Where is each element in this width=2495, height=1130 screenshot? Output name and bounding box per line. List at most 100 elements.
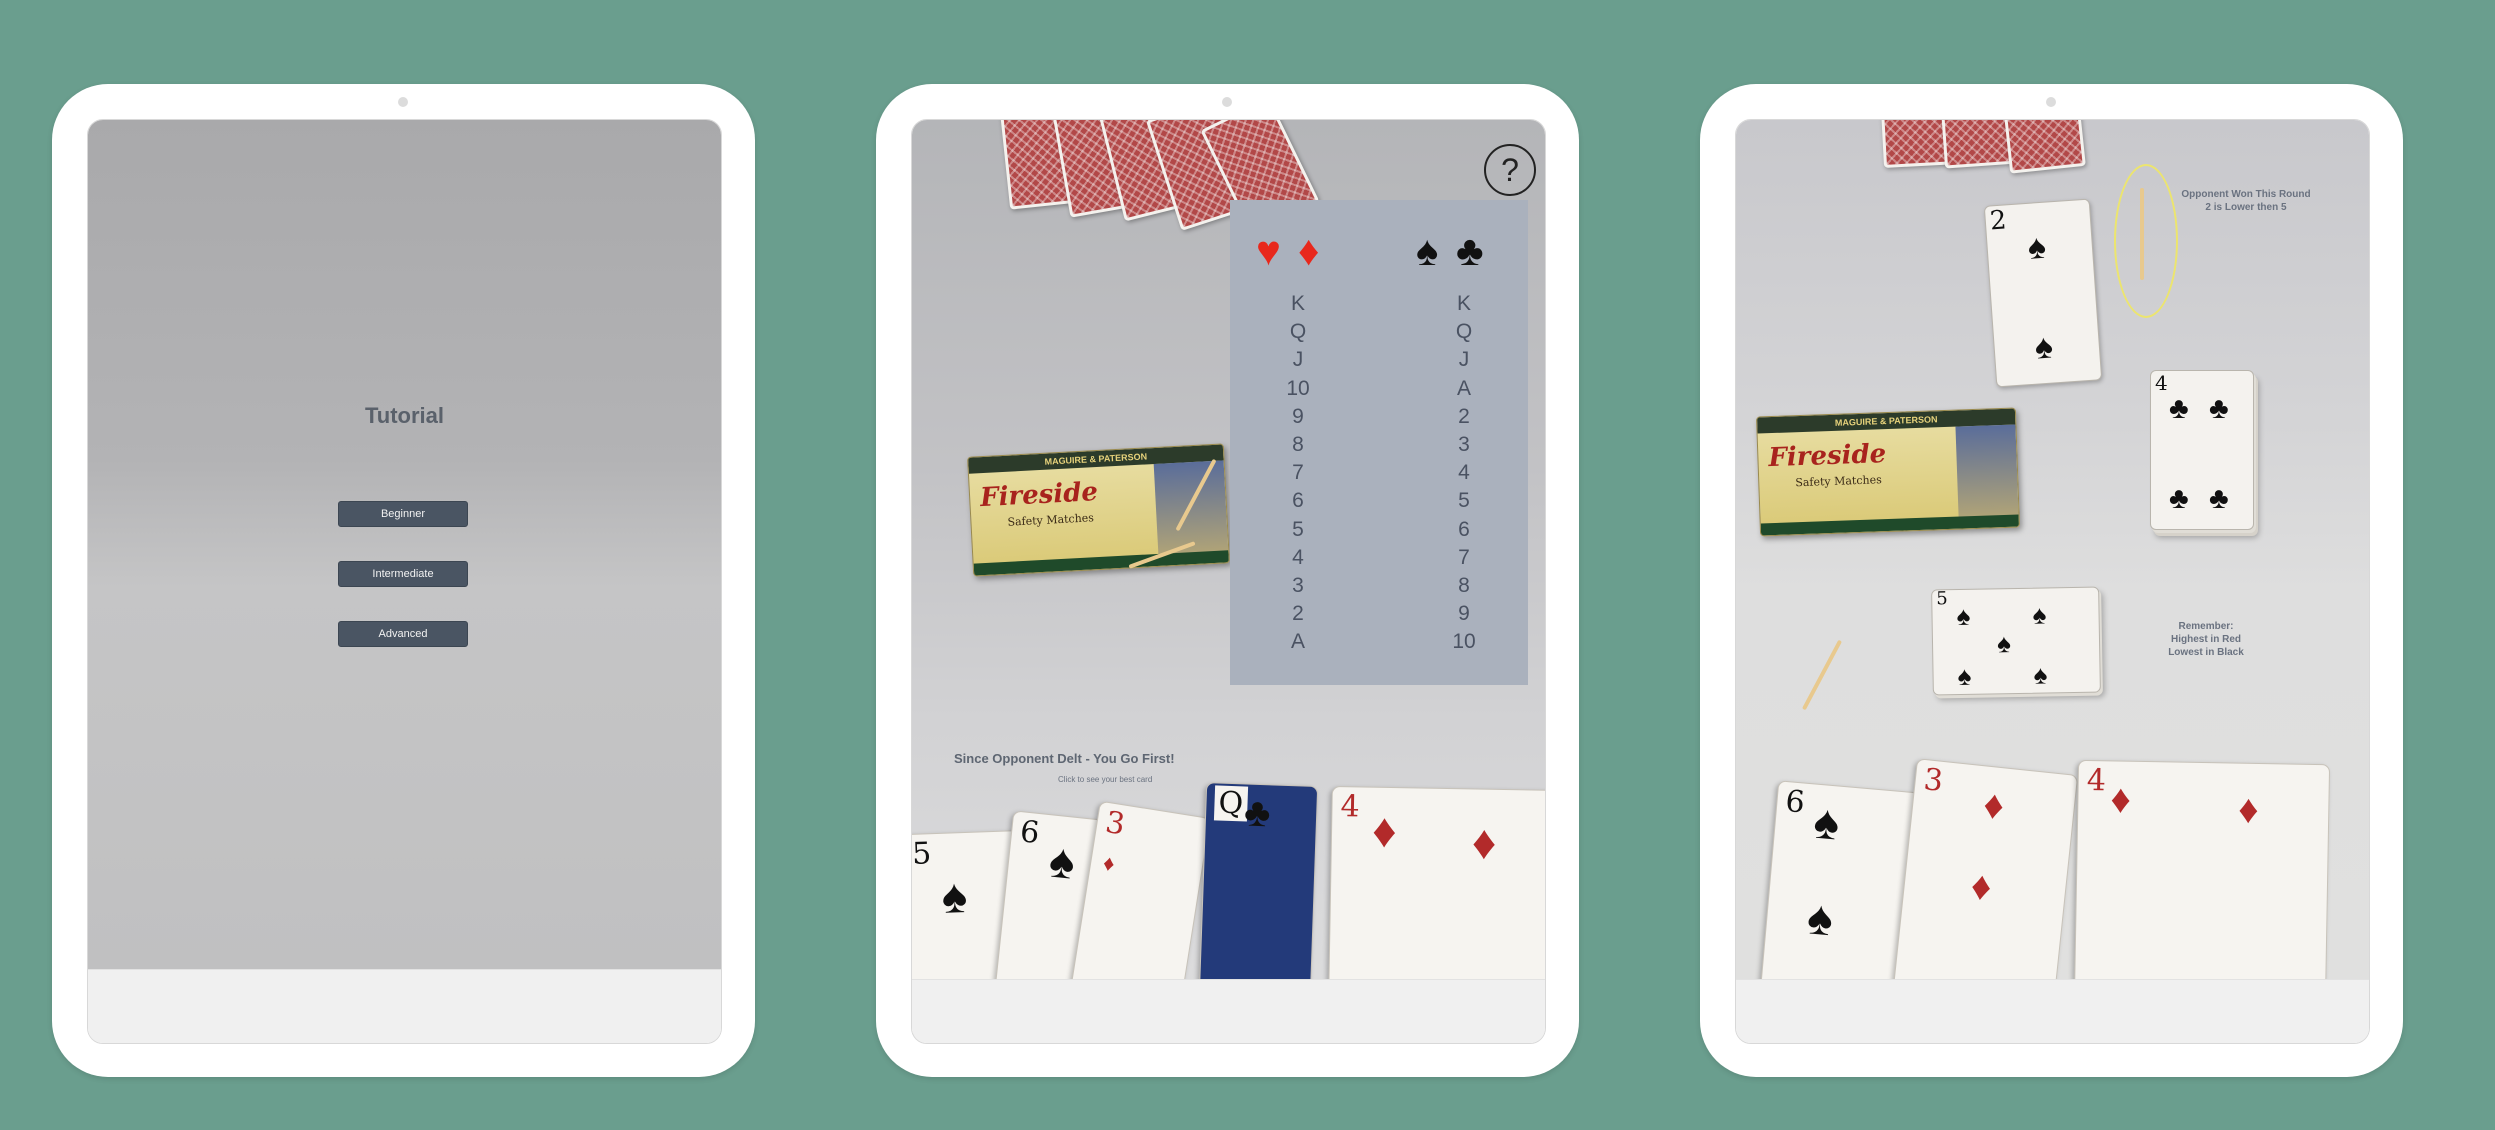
opponent-card-back [1998,120,2086,174]
card-rank: 3 [1922,762,1945,799]
red-rank: 2 [1292,602,1304,626]
bottom-bar [912,979,1545,1043]
spade-icon: ♠ [2026,227,2048,267]
black-rank-order: K Q J A 2 3 4 5 6 7 8 9 10 [1424,290,1504,657]
card-rank: 5 [911,836,932,872]
card-rank: 4 [1340,789,1360,825]
hand-card[interactable]: 4 ♦ ♦ [1328,785,1545,1003]
red-rank: Q [1289,320,1307,344]
player-played-card: 5 ♠ ♠ ♠ ♠ ♠ [1931,586,2101,696]
card-rank: 2 [1988,205,2008,237]
spade-icon: ♠ [1956,600,1971,632]
game-screen: MAGUIRE & PATERSON Fireside Safety Match… [911,119,1546,1044]
round-result-line: Opponent Won This Round [2181,189,2311,200]
spade-icon: ♠ [1957,660,1972,692]
matchbox-name: Fireside [1767,439,1887,474]
black-rank: 3 [1458,433,1470,457]
black-rank: J [1458,348,1470,372]
hand-card[interactable]: 4 ♦ ♦ [2073,759,2331,1007]
red-rank: 8 [1292,433,1304,457]
red-rank-order: K Q J 10 9 8 7 6 5 4 3 2 A [1258,290,1338,657]
diamond-icon: ♦ [1101,850,1117,877]
black-rank: 5 [1458,489,1470,513]
spade-icon: ♠ [940,869,969,924]
reminder-note: Remember: Highest in Red Lowest in Black [2146,620,2266,659]
red-rank: A [1290,630,1305,654]
spade-icon: ♠ [1046,834,1078,890]
bottom-bar [1736,979,2369,1043]
black-rank: A [1456,376,1471,400]
red-rank: K [1290,292,1305,315]
red-rank: 9 [1292,404,1304,428]
round-result: Opponent Won This Round 2 is Lower then … [2166,188,2326,214]
black-rank: 2 [1458,404,1470,428]
diamond-icon: ♦ [1981,782,2007,829]
tablet-round-result: 2 ♠ ♠ Opponent Won This Round 2 is Lower… [1700,84,2403,1077]
diamond-icon: ♦ [1471,816,1497,870]
diamond-icon: ♦ [2110,777,2132,822]
matchbox: MAGUIRE & PATERSON Fireside Safety Match… [1755,407,2021,537]
beginner-button[interactable]: Beginner [338,501,468,527]
club-icon: ♣ [2209,482,2229,515]
turn-message: Since Opponent Delt - You Go First! [954,751,1175,766]
club-icon: ♣ [2169,392,2189,425]
draw-deck[interactable]: 4 ♣ ♣ ♣ ♣ [2150,370,2254,530]
diamond-icon: ♦ [1968,863,1994,910]
rank-chart-panel: ♥ ♦ ♠ ♣ K Q J 10 9 8 7 6 5 4 3 2 A K Q J… [1230,200,1528,685]
matchbox-stripe [1760,514,2019,536]
matchbox-subtitle: Safety Matches [1795,473,1882,490]
black-rank: 4 [1458,461,1470,485]
matchstick [2140,188,2144,280]
spade-icon: ♠ [1996,628,2012,659]
red-rank: 4 [1292,545,1304,569]
club-icon: ♣ [2209,392,2229,425]
red-rank: 10 [1286,376,1310,400]
matchbox: MAGUIRE & PATERSON Fireside Safety Match… [967,443,1230,577]
card-rank: Q [1213,785,1248,822]
black-rank: 9 [1458,602,1470,626]
game-table: MAGUIRE & PATERSON Fireside Safety Match… [911,120,1545,1038]
best-card-hint: Click to see your best card [1058,775,1153,784]
game-screen: 2 ♠ ♠ Opponent Won This Round 2 is Lower… [1735,119,2370,1044]
card-rank: 4 [2155,371,2168,395]
reminder-red: Highest in Red [2170,634,2241,645]
tutorial-title: Tutorial [364,403,445,428]
card-rank: 4 [2086,762,2107,799]
matchstick [1801,639,1843,711]
bottom-bar [88,969,721,1043]
spade-icon: ♠ [1416,227,1439,274]
spade-icon: ♠ [2033,327,2055,367]
black-rank: 10 [1452,630,1476,654]
hand-card[interactable]: 3 ♦ ♦ [1891,758,2079,1016]
spade-icon: ♠ [2032,599,2047,630]
club-icon: ♣ [2169,482,2189,515]
advanced-button[interactable]: Advanced [338,621,468,647]
matchbox-name: Fireside [979,477,1099,514]
tutorial-background: Tutorial Beginner Intermediate Advanced [88,120,721,970]
heart-icon: ♥ [1256,227,1281,274]
help-button[interactable]: ? [1484,144,1536,196]
tutorial-screen: Tutorial Beginner Intermediate Advanced [87,119,722,1044]
reminder-black: Lowest in Black [2168,647,2244,658]
diamond-icon: ♦ [1298,227,1320,274]
diamond-icon: ♦ [1371,804,1398,859]
matchbox-stripe [973,550,1229,576]
black-rank: Q [1455,320,1473,344]
club-icon: ♣ [1243,790,1272,836]
black-rank: 8 [1458,574,1470,598]
red-rank: 6 [1292,489,1304,513]
spade-icon: ♠ [1811,795,1842,851]
reminder-heading: Remember: [2178,621,2234,632]
card-rank: 5 [1936,588,1948,610]
spade-icon: ♠ [1805,891,1836,947]
intermediate-button[interactable]: Intermediate [338,561,468,587]
red-rank: 7 [1292,461,1304,485]
card-rank: 6 [1784,784,1807,821]
tablet-tutorial-menu: Tutorial Beginner Intermediate Advanced [52,84,755,1077]
game-table: 2 ♠ ♠ Opponent Won This Round 2 is Lower… [1736,120,2369,1024]
opponent-played-card: 2 ♠ ♠ [1983,198,2103,388]
club-icon: ♣ [1456,227,1484,274]
red-rank: 3 [1292,574,1304,598]
round-result-reason: 2 is Lower then 5 [2205,202,2287,213]
red-rank: J [1292,348,1304,372]
